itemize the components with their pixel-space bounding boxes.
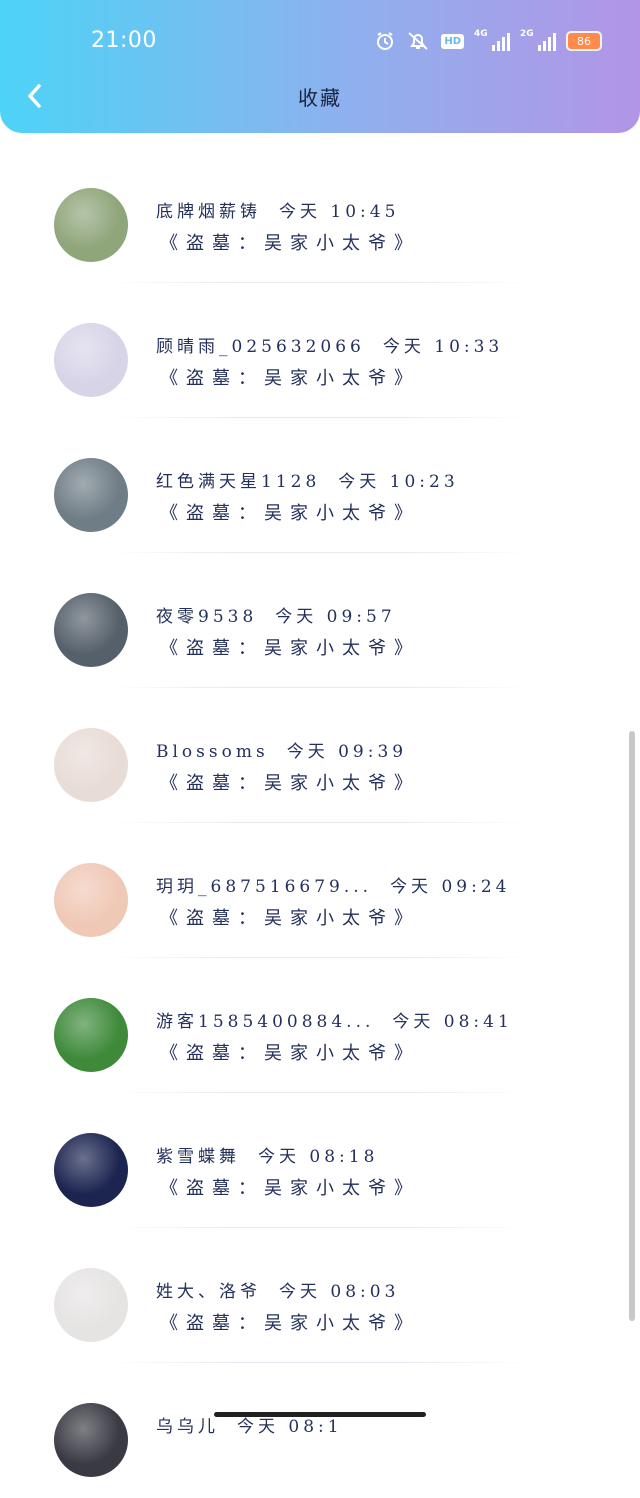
avatar[interactable]	[54, 1403, 128, 1477]
avatar[interactable]	[54, 593, 128, 667]
user-name: 夜零9538	[156, 607, 258, 627]
item-time: 今天 10:45	[279, 202, 400, 222]
alarm-icon	[375, 31, 395, 51]
item-time: 今天 08:1	[237, 1417, 343, 1437]
list-item[interactable]: 乌乌儿 今天 08:1	[0, 1363, 640, 1498]
app-header: 21:00 HD 4G 2G 86 收藏	[0, 0, 640, 133]
item-time: 今天 10:23	[338, 472, 459, 492]
item-time: 今天 09:39	[286, 742, 408, 762]
signal-2g-icon: 2G	[520, 29, 556, 51]
status-icons: HD 4G 2G 86	[375, 29, 602, 53]
user-name: 顾晴雨_025632066	[156, 337, 365, 357]
work-title: 《盗墓：吴家小太爷》	[160, 638, 420, 659]
scrollbar[interactable]	[629, 731, 635, 1321]
page-title: 收藏	[298, 86, 342, 110]
item-meta: 玥玥_687516679... 今天 09:24	[156, 872, 510, 897]
signal-4g-icon: 4G	[474, 29, 510, 51]
work-title: 《盗墓：吴家小太爷》	[160, 1178, 420, 1199]
item-meta: 顾晴雨_025632066 今天 10:33	[156, 332, 503, 357]
item-meta: Blossoms 今天 09:39	[156, 737, 407, 762]
battery-indicator: 86	[566, 31, 602, 51]
avatar[interactable]	[54, 1133, 128, 1207]
work-title: 《盗墓：吴家小太爷》	[160, 1043, 420, 1064]
network-label-4g: 4G	[474, 29, 488, 39]
list-item[interactable]: 玥玥_687516679... 今天 09:24 《盗墓：吴家小太爷》	[0, 823, 640, 958]
list-item[interactable]: 底牌烟薪铸 今天 10:45 《盗墓：吴家小太爷》	[0, 148, 640, 283]
user-name: 乌乌儿	[156, 1417, 219, 1437]
hd-badge: HD	[441, 33, 464, 49]
user-name: 紫雪蝶舞	[156, 1147, 240, 1167]
list-item[interactable]: 姓大、洛爷 今天 08:03 《盗墓：吴家小太爷》	[0, 1228, 640, 1363]
work-title: 《盗墓：吴家小太爷》	[160, 1313, 420, 1334]
item-time: 今天 10:33	[382, 337, 504, 357]
item-meta: 红色满天星1128 今天 10:23	[156, 467, 459, 492]
avatar[interactable]	[54, 863, 128, 937]
user-name: 游客1585400884...	[156, 1012, 375, 1032]
work-title: 《盗墓：吴家小太爷》	[160, 233, 420, 254]
avatar[interactable]	[54, 458, 128, 532]
network-label-2g: 2G	[520, 29, 534, 39]
item-time: 今天 08:41	[392, 1012, 513, 1032]
status-time: 21:00	[91, 28, 157, 53]
user-name: 底牌烟薪铸	[156, 202, 261, 222]
avatar[interactable]	[54, 1268, 128, 1342]
list-item[interactable]: 夜零9538 今天 09:57 《盗墓：吴家小太爷》	[0, 553, 640, 688]
avatar[interactable]	[54, 188, 128, 262]
item-meta: 紫雪蝶舞 今天 08:18	[156, 1142, 378, 1167]
user-name: 红色满天星1128	[156, 472, 321, 492]
list-item[interactable]: 顾晴雨_025632066 今天 10:33 《盗墓：吴家小太爷》	[0, 283, 640, 418]
home-indicator[interactable]	[214, 1412, 426, 1417]
avatar[interactable]	[54, 998, 128, 1072]
user-name: 玥玥_687516679...	[156, 877, 373, 897]
item-time: 今天 09:57	[275, 607, 396, 627]
item-time: 今天 08:18	[258, 1147, 379, 1167]
item-meta: 游客1585400884... 今天 08:41	[156, 1007, 513, 1032]
item-meta: 夜零9538 今天 09:57	[156, 602, 396, 627]
list-item[interactable]: 红色满天星1128 今天 10:23 《盗墓：吴家小太爷》	[0, 418, 640, 553]
favorites-list: 底牌烟薪铸 今天 10:45 《盗墓：吴家小太爷》 顾晴雨_025632066 今天…	[0, 148, 640, 1498]
list-item[interactable]: Blossoms 今天 09:39 《盗墓：吴家小太爷》	[0, 688, 640, 823]
work-title: 《盗墓：吴家小太爷》	[160, 908, 420, 929]
item-time: 今天 09:24	[390, 877, 511, 897]
list-item[interactable]: 游客1585400884... 今天 08:41 《盗墓：吴家小太爷》	[0, 958, 640, 1093]
item-meta: 底牌烟薪铸 今天 10:45	[156, 197, 399, 222]
item-time: 今天 08:03	[279, 1282, 400, 1302]
item-meta: 姓大、洛爷 今天 08:03	[156, 1277, 399, 1302]
avatar[interactable]	[54, 728, 128, 802]
user-name: 姓大、洛爷	[156, 1282, 261, 1302]
work-title: 《盗墓：吴家小太爷》	[160, 503, 420, 524]
work-title: 《盗墓：吴家小太爷》	[160, 773, 420, 794]
list-item[interactable]: 紫雪蝶舞 今天 08:18 《盗墓：吴家小太爷》	[0, 1093, 640, 1228]
user-name: Blossoms	[156, 742, 269, 762]
work-title: 《盗墓：吴家小太爷》	[160, 368, 420, 389]
bell-off-icon	[405, 31, 431, 51]
avatar[interactable]	[54, 323, 128, 397]
